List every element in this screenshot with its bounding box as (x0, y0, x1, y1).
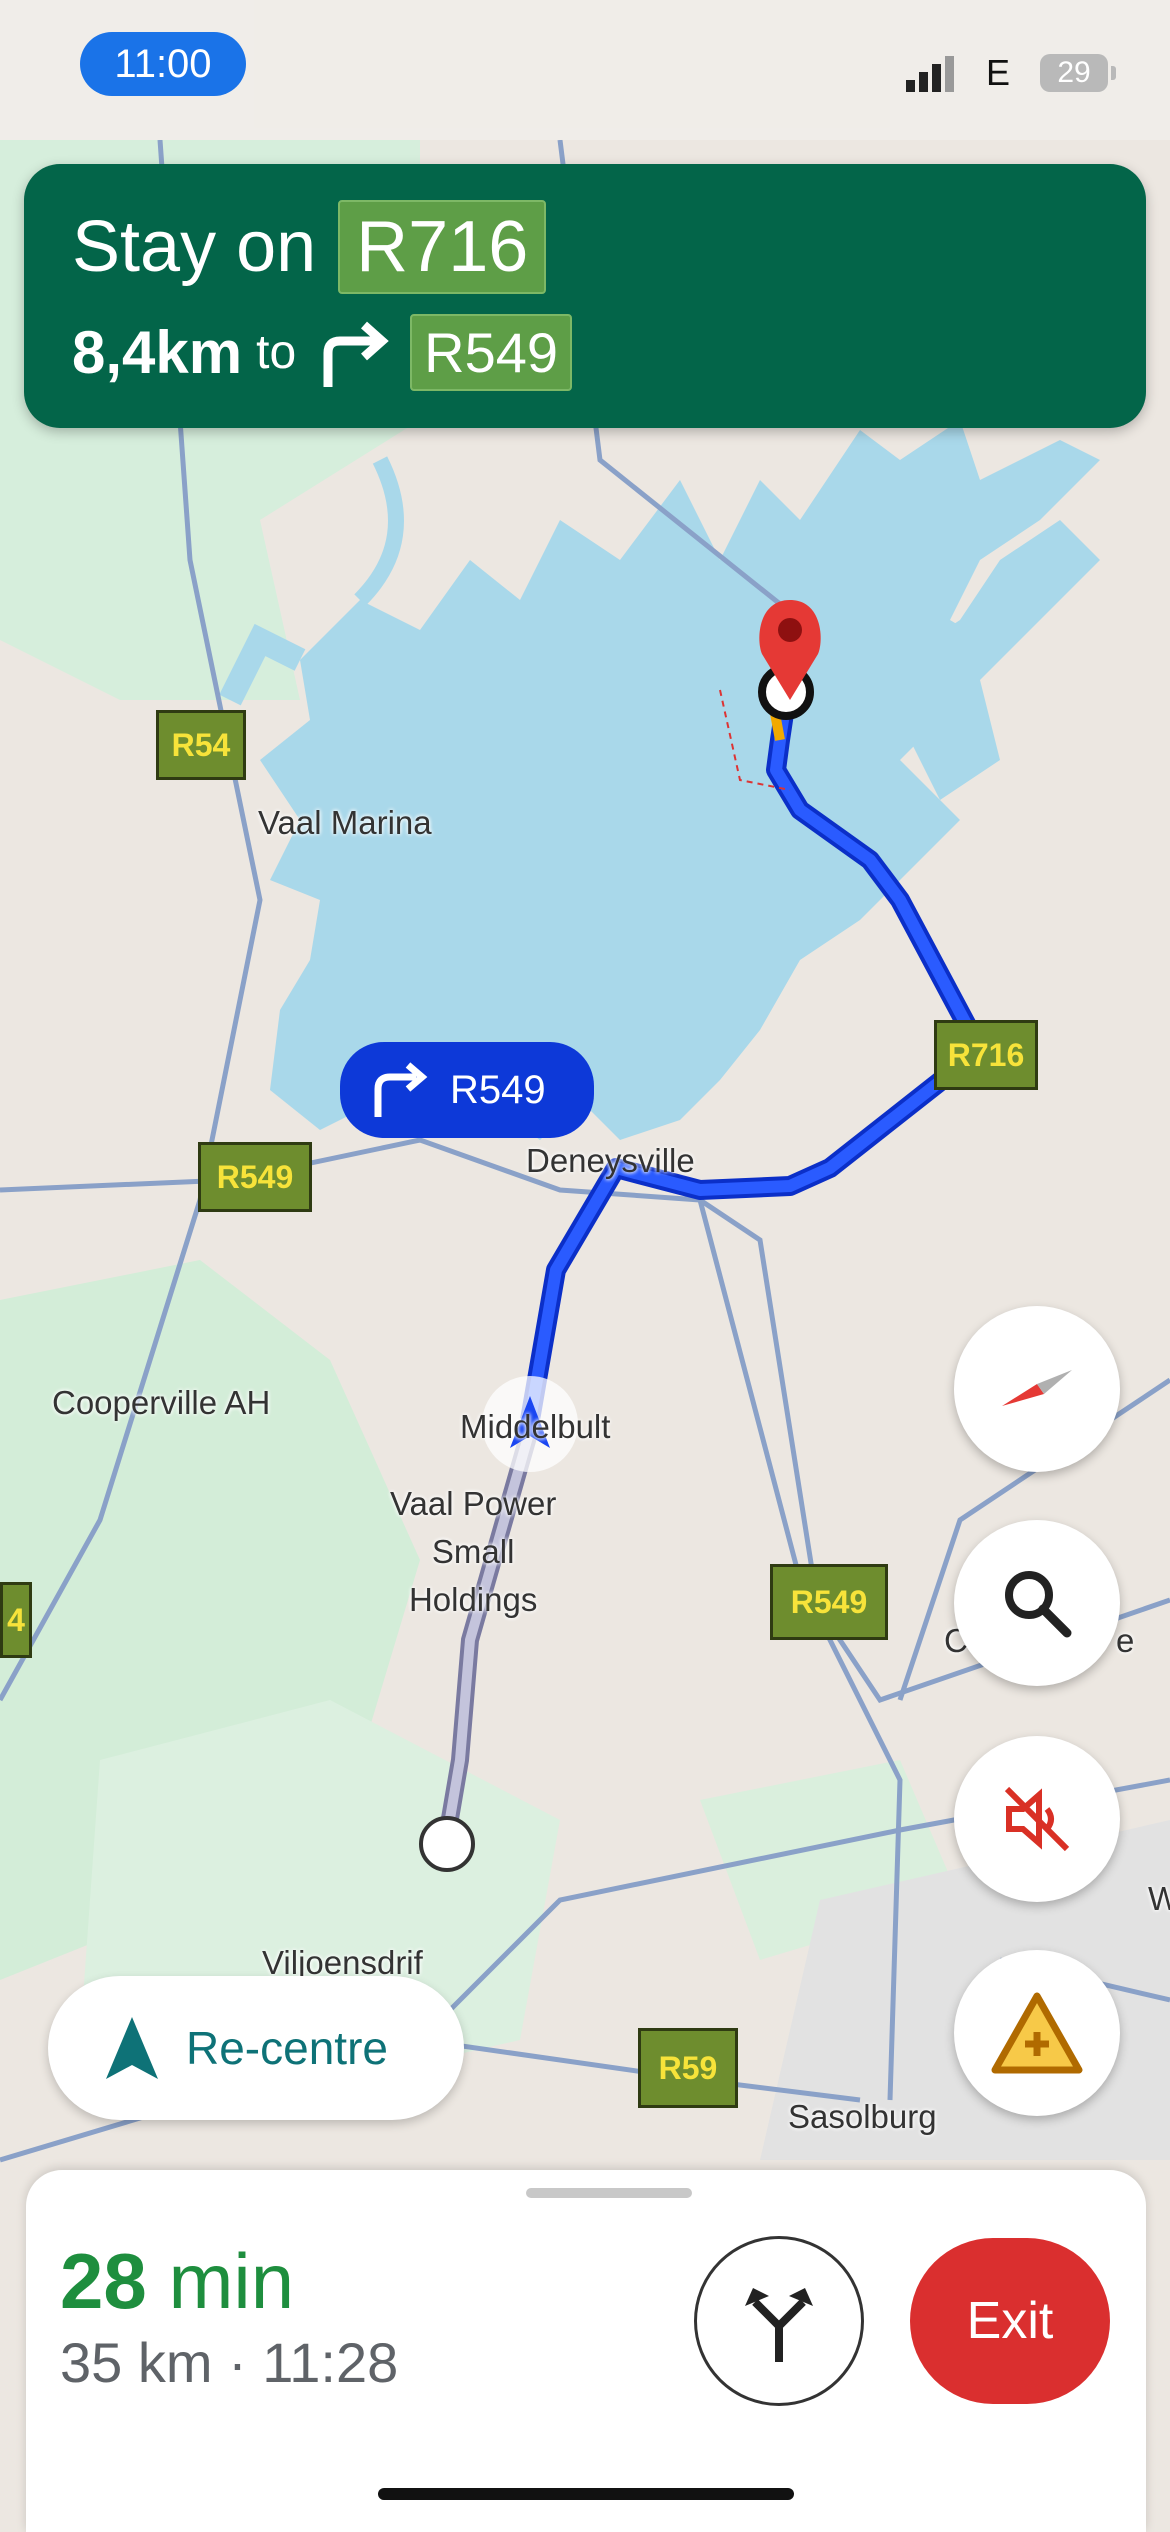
map-label-cooperville: Cooperville AH (52, 1384, 271, 1421)
current-instruction: Stay on R716 (72, 200, 547, 294)
battery-cap (1111, 66, 1116, 80)
map-label-deneysville: Deneysville (526, 1142, 695, 1179)
trip-sheet[interactable]: 28 min 35 km · 11:28 Exit (26, 2170, 1146, 2532)
trip-summary: 35 km · 11:28 (60, 2330, 398, 2395)
battery-level: 29 (1057, 56, 1091, 89)
network-type: E (986, 52, 1011, 93)
alternate-routes-button[interactable] (694, 2236, 864, 2406)
next-instruction: 8,4km to R549 (72, 314, 573, 391)
turn-right-icon (374, 1062, 428, 1117)
trip-separator: · (228, 2331, 247, 2394)
next-distance: 8,4km (72, 319, 243, 386)
instruction-text: Stay on (72, 207, 317, 287)
turn-right-icon (323, 321, 389, 387)
report-incident-button[interactable] (954, 1950, 1120, 2116)
search-button[interactable] (954, 1520, 1120, 1686)
status-bar: 11:00 E 29 (0, 0, 1170, 140)
map-label-vaal-power: Vaal Power Small Holdings (390, 1480, 556, 1624)
navigation-banner[interactable]: Stay on R716 8,4km to R549 (24, 164, 1146, 428)
map-label-sasolburg: Sasolburg (788, 2098, 937, 2135)
compass-icon (1002, 1370, 1072, 1406)
next-to: to (256, 326, 297, 379)
map-label-vaal-power-2: Small (431, 1533, 515, 1570)
trip-duration: 28 min (60, 2236, 294, 2327)
exit-button[interactable]: Exit (910, 2238, 1110, 2404)
turn-callout-road: R549 (450, 1067, 546, 1112)
alternate-routes-icon (745, 2288, 813, 2362)
road-shield-edge-4: 4 (0, 1582, 32, 1658)
recentre-label: Re-centre (186, 2022, 388, 2074)
mute-icon (1004, 1786, 1070, 1852)
report-incident-icon (991, 1992, 1083, 2074)
next-road-shield: R549 (410, 314, 573, 391)
current-road-shield: R716 (338, 200, 547, 294)
road-shield-r54: R54 (156, 710, 246, 780)
road-shield-r549-left: R549 (198, 1142, 312, 1212)
search-icon (1005, 1571, 1072, 1638)
duration-unit: min (168, 2237, 295, 2325)
map-label-edge-e: e (1116, 1622, 1135, 1659)
road-shield-r59: R59 (638, 2028, 738, 2108)
trip-arrival: 11:28 (262, 2331, 399, 2394)
turn-callout: R549 (340, 1042, 594, 1138)
map-label-middelbult: Middelbult (460, 1408, 611, 1445)
duration-value: 28 (60, 2237, 147, 2325)
map-label-vaal-power-3: Holdings (408, 1581, 538, 1618)
sheet-handle[interactable] (526, 2188, 692, 2198)
status-time[interactable]: 11:00 (80, 32, 246, 96)
mute-button[interactable] (954, 1736, 1120, 1902)
map-label-vaal-power-1: Vaal Power (390, 1485, 557, 1522)
home-indicator[interactable] (378, 2488, 794, 2500)
compass-button[interactable] (954, 1306, 1120, 1472)
recentre-arrow-icon (106, 2017, 158, 2079)
road-shield-r549-right: R549 (770, 1564, 888, 1640)
trip-distance: 35 km (60, 2331, 213, 2394)
road-shield-r716: R716 (934, 1020, 1038, 1090)
signal-icon (906, 56, 954, 92)
map-label-vaal-marina: Vaal Marina (258, 804, 432, 841)
map-label-edge-w: W (1148, 1880, 1170, 1917)
recentre-button[interactable]: Re-centre (48, 1976, 464, 2120)
battery-indicator: 29 (1040, 54, 1116, 92)
